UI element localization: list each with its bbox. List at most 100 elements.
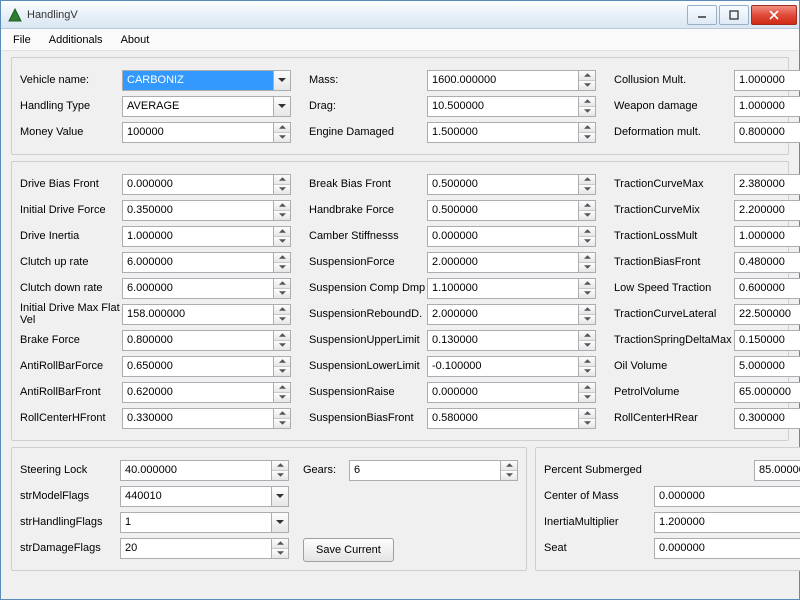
spin-up-icon[interactable] [274,331,290,341]
anti-roll-bar-force-spin[interactable] [122,356,291,377]
chevron-down-icon[interactable] [273,71,290,90]
minimize-button[interactable] [687,5,717,25]
mass-spin[interactable] [427,70,596,91]
spin-up-icon[interactable] [579,409,595,419]
traction-spring-delta-max-spin[interactable] [734,330,800,351]
handbrake-force-spin[interactable] [427,200,596,221]
roll-center-h-front-spin[interactable] [122,408,291,429]
spin-down-icon[interactable] [274,237,290,246]
percent-submerged-spin[interactable] [754,460,800,481]
suspension-rebound-d-spin[interactable] [427,304,596,325]
spin-up-icon[interactable] [274,123,290,133]
vehicle-name-combo[interactable] [122,70,291,91]
spin-up-icon[interactable] [274,175,290,185]
spin-up-icon[interactable] [579,227,595,237]
spin-up-icon[interactable] [579,331,595,341]
spin-up-icon[interactable] [274,357,290,367]
str-model-flags-combo[interactable] [120,486,289,507]
weapon-damage-spin[interactable] [734,96,800,117]
spin-down-icon[interactable] [579,315,595,324]
spin-down-icon[interactable] [579,393,595,402]
spin-down-icon[interactable] [579,367,595,376]
drag-spin[interactable] [427,96,596,117]
spin-down-icon[interactable] [274,185,290,194]
spin-down-icon[interactable] [579,289,595,298]
break-bias-front-spin[interactable] [427,174,596,195]
spin-down-icon[interactable] [579,185,595,194]
handling-type-combo[interactable] [122,96,291,117]
spin-down-icon[interactable] [274,341,290,350]
spin-up-icon[interactable] [579,201,595,211]
close-button[interactable] [751,5,797,25]
brake-force-spin[interactable] [122,330,291,351]
deformation-mult-spin[interactable] [734,122,800,143]
traction-loss-mult-spin[interactable] [734,226,800,247]
spin-down-icon[interactable] [274,289,290,298]
spin-up-icon[interactable] [274,253,290,263]
suspension-bias-front-spin[interactable] [427,408,596,429]
traction-curve-mix-spin[interactable] [734,200,800,221]
spin-down-icon[interactable] [579,341,595,350]
collusion-mult-spin[interactable] [734,70,800,91]
spin-up-icon[interactable] [579,253,595,263]
suspension-lower-limit-spin[interactable] [427,356,596,377]
spin-down-icon[interactable] [274,419,290,428]
spin-up-icon[interactable] [579,383,595,393]
spin-down-icon[interactable] [579,237,595,246]
spin-down-icon[interactable] [579,211,595,220]
spin-down-icon[interactable] [274,263,290,272]
suspension-raise-spin[interactable] [427,382,596,403]
initial-drive-force-spin[interactable] [122,200,291,221]
spin-up-icon[interactable] [579,279,595,289]
spin-down-icon[interactable] [579,419,595,428]
spin-up-icon[interactable] [274,305,290,315]
vehicle-name-input[interactable] [123,71,273,90]
menu-additionals[interactable]: Additionals [49,34,103,46]
spin-down-icon[interactable] [274,393,290,402]
spin-down-icon[interactable] [274,367,290,376]
traction-bias-front-spin[interactable] [734,252,800,273]
drive-bias-front-spin[interactable] [122,174,291,195]
suspension-force-spin[interactable] [427,252,596,273]
anti-roll-bar-front-spin[interactable] [122,382,291,403]
spin-up-icon[interactable] [274,227,290,237]
chevron-down-icon[interactable] [273,97,290,116]
handling-type-input[interactable] [123,97,273,116]
com-0-spin[interactable] [654,486,800,507]
menu-file[interactable]: File [13,34,31,46]
suspension-upper-limit-spin[interactable] [427,330,596,351]
spin-up-icon[interactable] [274,279,290,289]
menu-about[interactable]: About [121,34,150,46]
spin-up-icon[interactable] [579,305,595,315]
drive-inertia-spin[interactable] [122,226,291,247]
str-handling-flags-combo[interactable] [120,512,289,533]
steering-lock-spin[interactable] [120,460,289,481]
clutch-up-spin[interactable] [122,252,291,273]
roll-center-h-rear-spin[interactable] [734,408,800,429]
suspension-comp-dmp-spin[interactable] [427,278,596,299]
spin-down-icon[interactable] [579,263,595,272]
save-current-button[interactable]: Save Current [303,538,394,562]
spin-up-icon[interactable] [274,201,290,211]
spin-up-icon[interactable] [579,175,595,185]
spin-down-icon[interactable] [274,211,290,220]
oil-volume-spin[interactable] [734,356,800,377]
low-speed-traction-spin[interactable] [734,278,800,299]
im-0-spin[interactable] [654,512,800,533]
money-value-input[interactable] [123,123,273,142]
traction-curve-lateral-spin[interactable] [734,304,800,325]
traction-curve-max-spin[interactable] [734,174,800,195]
petrol-volume-spin[interactable] [734,382,800,403]
spin-up-icon[interactable] [274,383,290,393]
spin-down-icon[interactable] [274,133,290,142]
spin-down-icon[interactable] [274,315,290,324]
initial-drive-max-flat-vel-spin[interactable] [122,304,291,325]
str-damage-flags-spin[interactable] [120,538,289,559]
gears-spin[interactable] [349,460,518,481]
maximize-button[interactable] [719,5,749,25]
clutch-down-spin[interactable] [122,278,291,299]
seat-0-spin[interactable] [654,538,800,559]
spin-up-icon[interactable] [579,357,595,367]
spin-up-icon[interactable] [274,409,290,419]
engine-damaged-spin[interactable] [427,122,596,143]
